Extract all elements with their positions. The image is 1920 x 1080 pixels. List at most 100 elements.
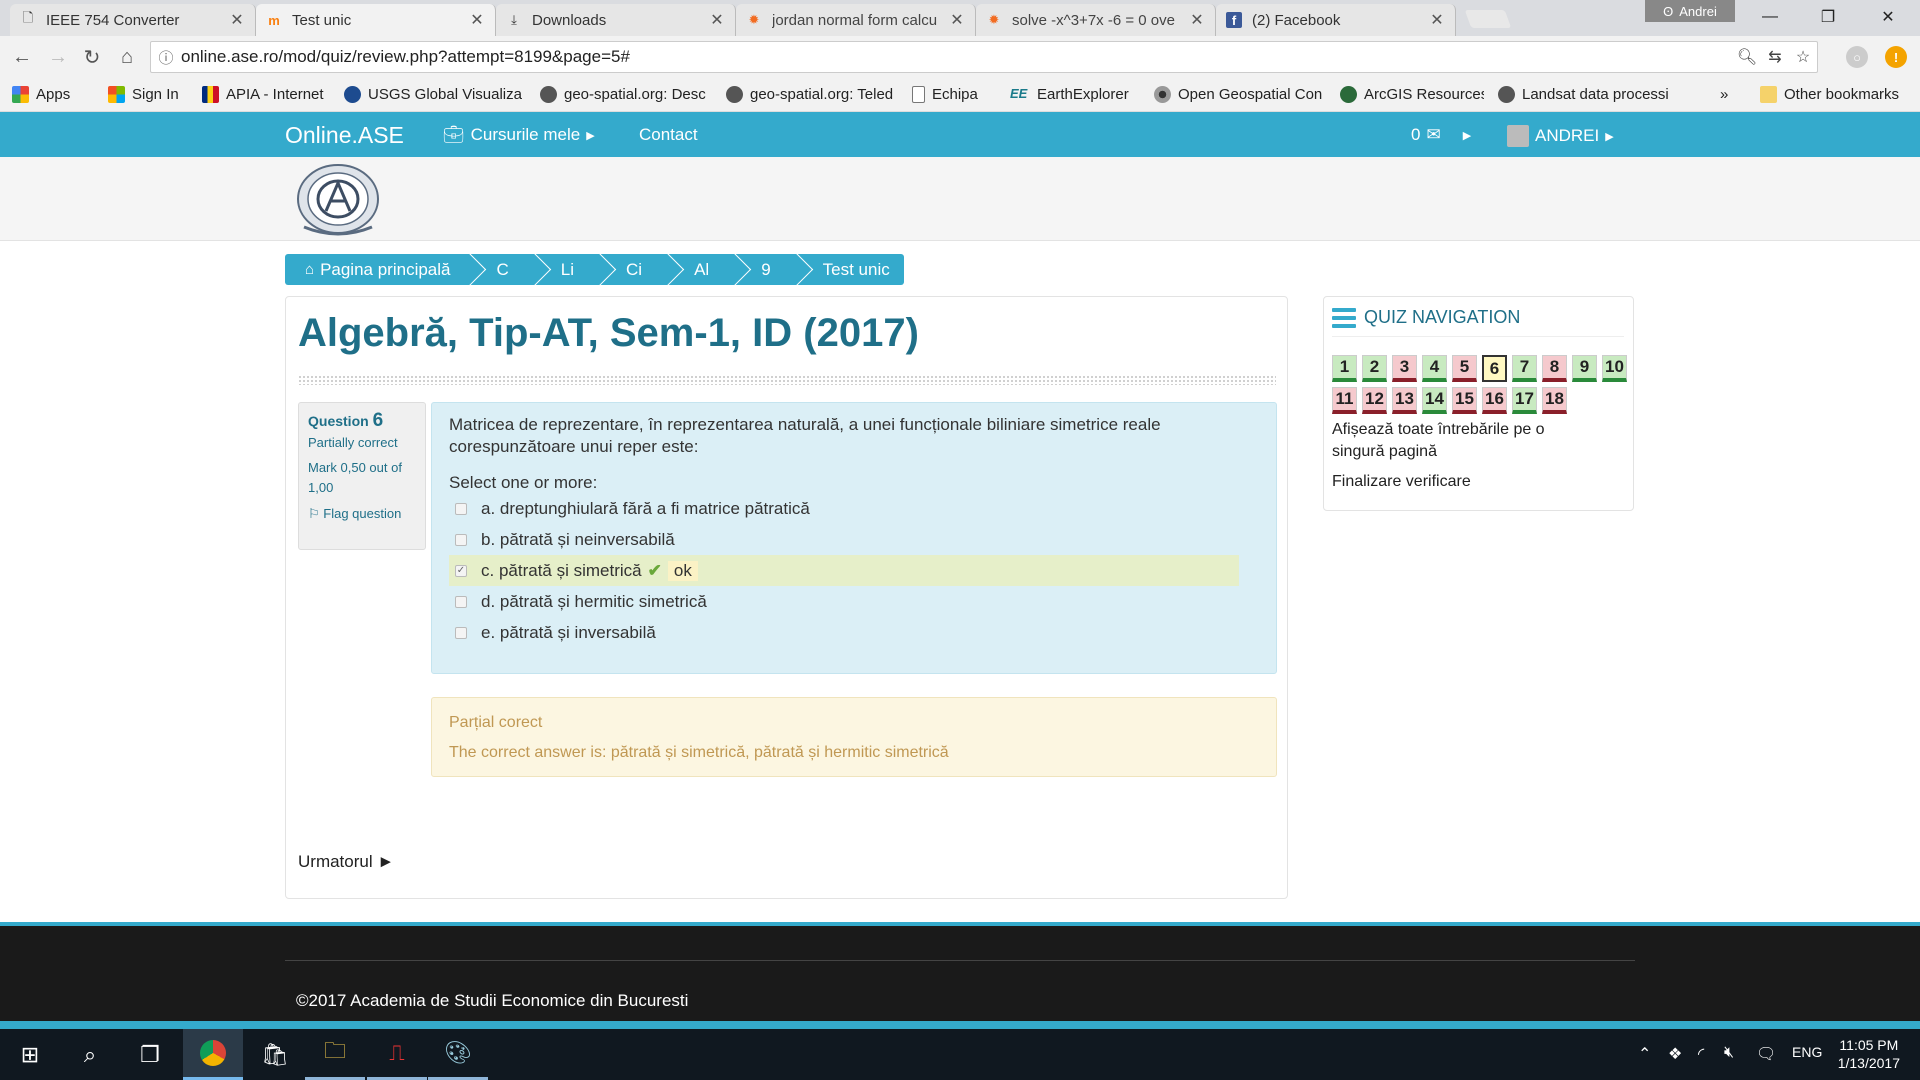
bookmark-label: geo-spatial.org: Desc (564, 86, 706, 103)
close-icon[interactable]: ✕ (469, 10, 485, 30)
close-icon[interactable]: ✕ (1189, 10, 1205, 30)
bookmark-apia[interactable]: APIA - Internet (202, 86, 330, 103)
info-icon[interactable]: ⓘ (151, 47, 181, 68)
translate-icon[interactable]: ⇆ (1761, 47, 1789, 67)
bookmark-ogc[interactable]: Open Geospatial Con (1154, 86, 1326, 103)
tab-solve[interactable]: ✹ solve -x^3+7x -6 = 0 ove ✕ (976, 4, 1216, 36)
notification-icon[interactable]: 🗨︎ (1756, 1044, 1776, 1064)
answer-option[interactable]: d. pătrată și hermitic simetrică (449, 586, 1259, 617)
caret-right-icon: ▶ (1462, 129, 1472, 142)
quiz-nav-button[interactable]: 3 (1392, 355, 1417, 382)
zoom-icon[interactable]: 🔍︎ (1733, 47, 1761, 67)
store-icon[interactable]: 🛍︎ (245, 1029, 305, 1080)
chrome-icon[interactable] (183, 1029, 243, 1080)
tab-jordan[interactable]: ✹ jordan normal form calcu ✕ (736, 4, 976, 36)
quiz-nav-button[interactable]: 8 (1542, 355, 1567, 382)
omnibox[interactable]: ⓘ online.ase.ro/mod/quiz/review.php?atte… (150, 41, 1818, 73)
quiz-nav-button[interactable]: 17 (1512, 387, 1537, 414)
answer-option[interactable]: a. dreptunghiulară fără a fi matrice păt… (449, 493, 1259, 524)
profile-button[interactable]: ʘ Andrei (1645, 0, 1735, 22)
close-icon[interactable]: ✕ (229, 10, 245, 30)
checkbox[interactable] (455, 626, 467, 639)
quiz-nav-button[interactable]: 7 (1512, 355, 1537, 382)
tab-label: jordan normal form calcu (772, 11, 938, 29)
breadcrumb-item[interactable]: Test unic (797, 254, 904, 285)
quiz-nav-button[interactable]: 15 (1452, 387, 1477, 414)
quiz-nav-button[interactable]: 6 (1482, 355, 1507, 382)
quiz-nav-button[interactable]: 14 (1422, 387, 1447, 414)
courses-menu[interactable]: 💼︎ Cursurile mele ▶ (443, 125, 595, 145)
checkbox[interactable] (455, 502, 467, 515)
search-icon[interactable]: ⌕ (60, 1029, 120, 1080)
quiz-nav-button[interactable]: 13 (1392, 387, 1417, 414)
contact-link[interactable]: Contact (639, 125, 698, 145)
bookmark-apps[interactable]: Apps (12, 86, 94, 103)
quiz-nav-button[interactable]: 5 (1452, 355, 1477, 382)
bookmark-echipa[interactable]: Echipa (912, 86, 996, 103)
quiz-nav-button[interactable]: 10 (1602, 355, 1627, 382)
bookmarks-overflow-button[interactable]: » (1720, 86, 1728, 103)
bookmark-signin[interactable]: Sign In (108, 86, 188, 103)
answer-option[interactable]: e. pătrată și inversabilă (449, 617, 1259, 648)
show-all-link[interactable]: Afișează toate întrebările pe o singură … (1332, 419, 1592, 463)
bookmark-usgs[interactable]: USGS Global Visualiza (344, 86, 526, 103)
new-tab-button[interactable] (1464, 10, 1512, 28)
answer-option-correct[interactable]: ✓ c. pătrată și simetrică ✔ ok (449, 555, 1239, 586)
tab-ieee-converter[interactable]: 🗋 IEEE 754 Converter ✕ (10, 4, 256, 36)
quiz-nav-button[interactable]: 11 (1332, 387, 1357, 414)
back-button[interactable]: ← (8, 44, 36, 70)
system-clock[interactable]: 11:05 PM 1/13/2017 (1838, 1036, 1900, 1072)
url-text[interactable]: online.ase.ro/mod/quiz/review.php?attemp… (181, 47, 1733, 67)
close-icon[interactable]: ✕ (949, 10, 965, 30)
wifi-icon[interactable]: ◜ (1698, 1044, 1704, 1064)
checkbox[interactable] (455, 595, 467, 608)
minimize-button[interactable]: — (1742, 0, 1798, 34)
close-window-button[interactable]: ✕ (1860, 0, 1916, 34)
checkbox[interactable] (455, 533, 467, 546)
checkbox-checked[interactable]: ✓ (455, 564, 467, 577)
quiz-nav-button[interactable]: 18 (1542, 387, 1567, 414)
flag-question-link[interactable]: ⚐ Flag question (308, 504, 416, 524)
restore-button[interactable]: ❐ (1800, 0, 1856, 34)
quiz-nav-button[interactable]: 12 (1362, 387, 1387, 414)
language-indicator[interactable]: ENG (1792, 1044, 1822, 1060)
user-menu[interactable]: ANDREI ▶ (1507, 125, 1614, 147)
reload-button[interactable]: ↻ (78, 44, 106, 70)
bookmark-geo1[interactable]: geo-spatial.org: Desc (540, 86, 712, 103)
home-button[interactable]: ⌂ (113, 44, 141, 70)
tab-downloads[interactable]: ⤓ Downloads ✕ (496, 4, 736, 36)
quiz-nav-button[interactable]: 9 (1572, 355, 1597, 382)
quiz-nav-button[interactable]: 16 (1482, 387, 1507, 414)
quiz-nav-button[interactable]: 4 (1422, 355, 1447, 382)
ase-logo[interactable] (290, 161, 386, 237)
bookmark-arcgis[interactable]: ArcGIS Resources (1340, 86, 1484, 103)
tab-facebook[interactable]: f (2) Facebook ✕ (1216, 4, 1456, 36)
messages-menu[interactable]: 0 ✉ ▶ (1411, 125, 1471, 145)
acrobat-icon[interactable]: ⎍ (367, 1029, 427, 1080)
tab-test-unic[interactable]: m Test unic ✕ (256, 4, 496, 36)
close-icon[interactable]: ✕ (709, 10, 725, 30)
bookmark-geo2[interactable]: geo-spatial.org: Teled (726, 86, 898, 103)
file-explorer-icon[interactable]: 🗀 (305, 1029, 365, 1080)
other-bookmarks[interactable]: Other bookmarks (1760, 86, 1899, 103)
volume-muted-icon[interactable]: 🔇︎ (1724, 1044, 1734, 1062)
extension-icon[interactable]: ○ (1846, 46, 1868, 68)
bookmark-earthexplorer[interactable]: EE EarthExplorer (1010, 86, 1140, 103)
close-icon[interactable]: ✕ (1429, 10, 1445, 30)
windows-start-icon[interactable]: ⊞ (0, 1029, 60, 1080)
forward-button[interactable]: → (44, 44, 72, 70)
alert-icon[interactable]: ! (1885, 46, 1907, 68)
task-view-icon[interactable]: ❐ (120, 1029, 180, 1080)
breadcrumb-home[interactable]: ⌂ Pagina principală (285, 254, 470, 285)
bookmark-landsat[interactable]: Landsat data processi (1498, 86, 1674, 103)
bookmark-star-icon[interactable]: ☆ (1789, 47, 1817, 67)
next-page-link[interactable]: Urmatorul ► (298, 852, 394, 872)
finish-review-link[interactable]: Finalizare verificare (1332, 471, 1592, 493)
site-brand[interactable]: Online.ASE (285, 122, 404, 149)
dropbox-icon[interactable]: ❖ (1668, 1044, 1682, 1064)
quiz-nav-button[interactable]: 2 (1362, 355, 1387, 382)
quiz-nav-button[interactable]: 1 (1332, 355, 1357, 382)
tray-up-arrow-icon[interactable]: ⌃ (1638, 1044, 1651, 1064)
answer-option[interactable]: b. pătrată și neinversabilă (449, 524, 1259, 555)
paint-icon[interactable]: 🎨︎ (428, 1029, 488, 1080)
